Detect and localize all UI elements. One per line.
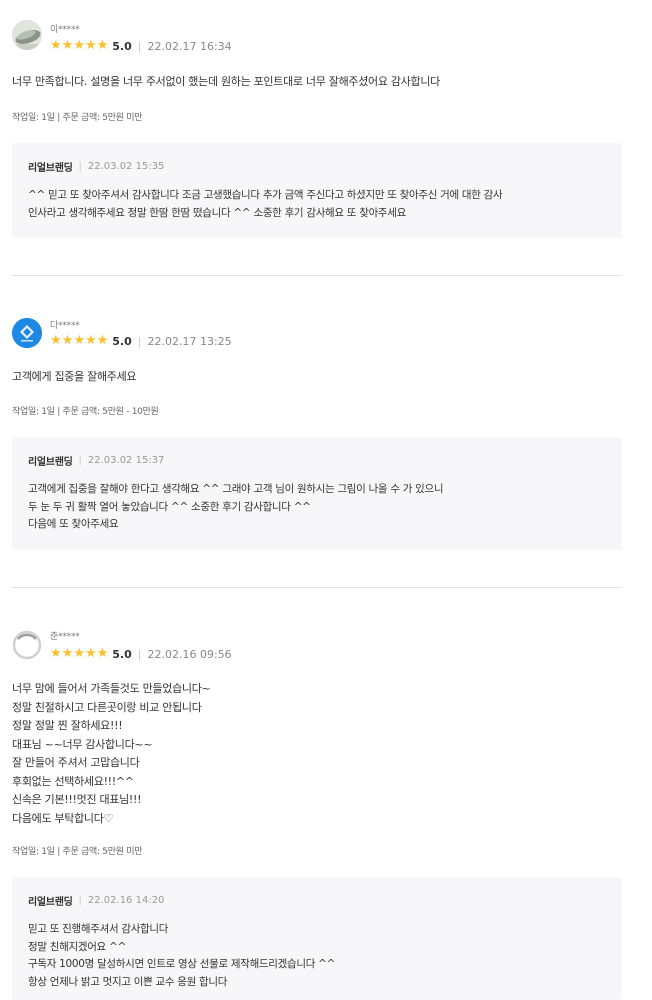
- star-icon: ★: [73, 333, 85, 348]
- seller-reply: 리얼브랜딩 | 22.02.16 14:20 믿고 또 진행해주셔서 감사합니다…: [12, 877, 622, 1000]
- reply-date: 22.02.16 14:20: [87, 895, 165, 906]
- reviewer-nickname: 이*****: [50, 25, 80, 35]
- star-icon: ★: [50, 38, 62, 53]
- reply-author: 리얼브랜딩: [28, 897, 73, 908]
- divider-bar: |: [78, 161, 82, 172]
- star-icon: ★: [61, 333, 74, 348]
- reply-text: ^^ 믿고 또 찾아주셔서 감사합니다 조금 고생했습니다 추가 금액 주신다고…: [28, 189, 503, 219]
- reply-text: 고객에게 집중을 잘해야 한다고 생각해요 ^^ 그래야 고객 님이 원하시는 …: [28, 483, 444, 530]
- star-rating: ★ ★ ★ ★ ★: [50, 647, 108, 661]
- review-date: 22.02.16 09:56: [147, 647, 232, 661]
- review-divider: [12, 587, 622, 588]
- avatar: [12, 630, 42, 660]
- star-rating: ★ ★ ★ ★ ★: [50, 39, 108, 53]
- reply-author: 리얼브랜딩: [28, 163, 73, 174]
- review-date: 22.02.17 16:34: [147, 39, 232, 53]
- star-icon: ★: [50, 646, 62, 661]
- review-divider: [12, 275, 622, 276]
- reviewer-nickname: 준*****: [50, 632, 80, 642]
- reply-date: 22.03.02 15:35: [87, 161, 165, 172]
- seller-reply: 리얼브랜딩 | 22.03.02 15:35 ^^ 믿고 또 찾아주셔서 감사합…: [12, 143, 622, 238]
- order-meta: 작업일: 1일 | 주문 금액: 5만원 미만: [12, 847, 143, 857]
- star-icon: ★: [61, 646, 74, 661]
- divider-bar: |: [78, 895, 82, 906]
- star-icon: ★: [96, 646, 109, 661]
- star-icon: ★: [61, 38, 74, 53]
- reply-header: 리얼브랜딩 | 22.03.02 15:35: [28, 159, 164, 174]
- star-icon: ★: [73, 38, 85, 53]
- default-avatar-icon: [12, 630, 42, 660]
- star-icon: ★: [84, 333, 97, 348]
- review-text: 고객에게 집중을 잘해주세요: [12, 370, 137, 383]
- star-icon: ★: [84, 646, 97, 661]
- divider-bar: |: [137, 647, 142, 661]
- rating-row: ★ ★ ★ ★ ★ 5.0 | 22.02.16 09:56: [50, 647, 232, 661]
- star-icon: ★: [84, 38, 97, 53]
- seller-reply: 리얼브랜딩 | 22.03.02 15:37 고객에게 집중을 잘해야 한다고 …: [12, 437, 622, 550]
- review-date: 22.02.17 13:25: [147, 334, 232, 348]
- star-rating: ★ ★ ★ ★ ★: [50, 334, 108, 348]
- divider-bar: |: [78, 455, 82, 466]
- reply-header: 리얼브랜딩 | 22.03.02 15:37: [28, 453, 164, 468]
- divider-bar: |: [137, 334, 142, 348]
- avatar: [12, 318, 42, 348]
- avatar: [12, 20, 42, 50]
- rating-row: ★ ★ ★ ★ ★ 5.0 | 22.02.17 16:34: [50, 39, 232, 53]
- reply-author: 리얼브랜딩: [28, 457, 73, 468]
- reply-text: 믿고 또 진행해주셔서 감사합니다 정말 친해지겠어요 ^^ 구독자 1000명…: [28, 923, 336, 988]
- star-icon: ★: [73, 646, 85, 661]
- order-meta: 작업일: 1일 | 주문 금액: 5만원 미만: [12, 113, 143, 123]
- rating-score: 5.0: [112, 334, 132, 348]
- stone-photo-icon: [12, 20, 42, 50]
- blue-logo-icon: [12, 318, 42, 348]
- star-icon: ★: [50, 333, 62, 348]
- rating-row: ★ ★ ★ ★ ★ 5.0 | 22.02.17 13:25: [50, 334, 232, 348]
- star-icon: ★: [96, 333, 109, 348]
- divider-bar: |: [137, 39, 142, 53]
- reviewer-nickname: 다*****: [50, 321, 80, 331]
- reply-date: 22.03.02 15:37: [87, 455, 165, 466]
- review-text: 너무 맘에 들어서 가족들것도 만들었습니다~ 정말 친절하시고 다른곳이랑 비…: [12, 682, 211, 825]
- reply-header: 리얼브랜딩 | 22.02.16 14:20: [28, 893, 164, 908]
- rating-score: 5.0: [112, 39, 132, 53]
- review-text: 너무 만족합니다. 설명을 너무 주서없이 했는데 원하는 포인트대로 너무 잘…: [12, 75, 440, 88]
- rating-score: 5.0: [112, 647, 132, 661]
- star-icon: ★: [96, 38, 109, 53]
- order-meta: 작업일: 1일 | 주문 금액: 5만원 - 10만원: [12, 407, 159, 417]
